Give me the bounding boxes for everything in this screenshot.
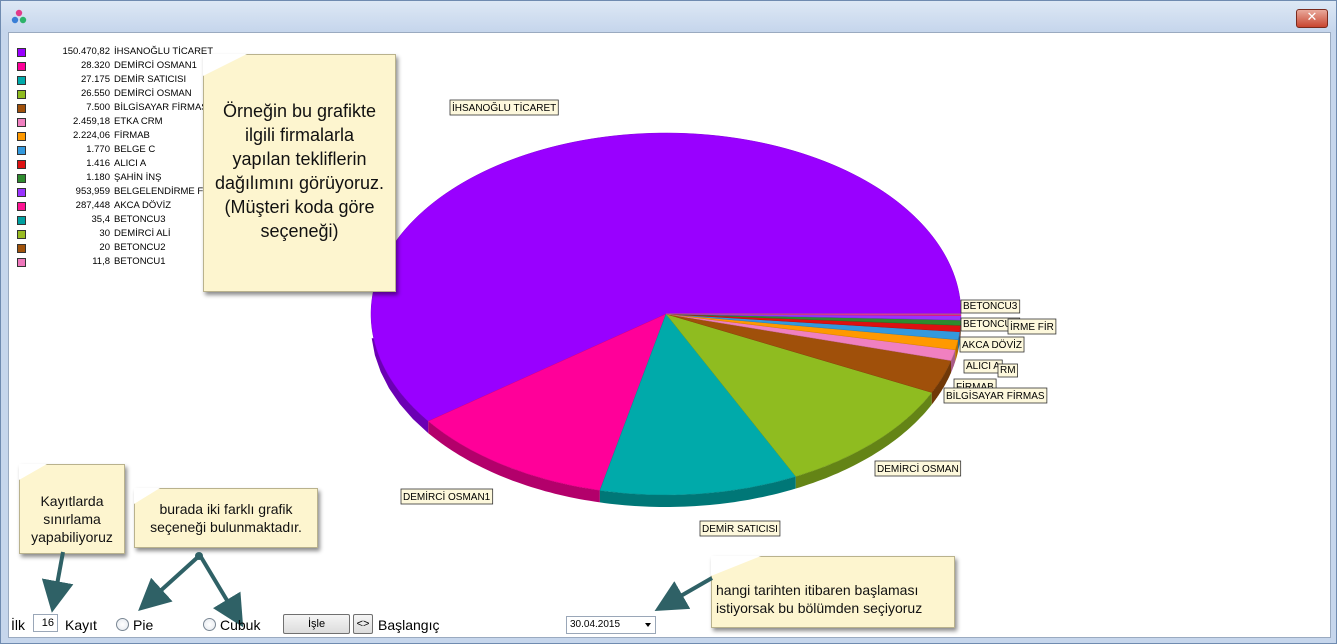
date-picker[interactable]: 30.04.2015 [566,616,656,634]
pie-callout-text: DEMİRCİ OSMAN1 [403,490,491,503]
cubuk-label[interactable]: Cubuk [220,617,260,633]
note-chart-types-text: burada iki farklı grafik seçeneği bulunm… [150,501,302,535]
chart-area: 150.470,82 İHSANOĞLU TİCARET 28.320 DEMİRCİ… [8,32,1331,638]
title-bar: ✕ [1,1,1336,31]
cubuk-radio[interactable] [203,618,216,631]
ilk-label: İlk [11,617,25,633]
app-icon [11,9,27,24]
record-count-input[interactable]: 16 [33,614,58,632]
pie-callout: İRME FİR [1007,318,1057,335]
close-button[interactable]: ✕ [1296,9,1328,28]
pie-callout-text: DEMİR SATICISI [702,522,778,535]
note-main: Örneğin bu grafikte ilgili firmalarla ya… [203,54,396,292]
pie-callout: İHSANOĞLU TİCARET [449,99,559,116]
note-fold [134,488,160,504]
swap-button[interactable]: <> [353,614,373,634]
pie-callout-text: BİLGİSAYAR FİRMAS [946,389,1045,402]
pie-callout-text: DEMİRCİ OSMAN [877,462,959,475]
note-chart-types: burada iki farklı grafik seçeneği bulunm… [134,488,318,548]
pie-callout: ALICI A [963,359,1003,374]
pie-callout-text: AKCA DÖVİZ [962,338,1022,351]
pie-callout: DEMİRCİ OSMAN [874,460,962,477]
note-fold [711,556,761,576]
isle-button[interactable]: İşle [283,614,350,634]
pie-callout-text: BETONCU3 [963,301,1018,312]
pie-callout: BİLGİSAYAR FİRMAS [943,387,1048,404]
pie-callout-text: ALICI A [966,361,1000,372]
pie-callout-text: İRME FİR [1010,320,1054,333]
bottom-toolbar: İlk 16 Kayıt Pie Cubuk İşle <> Başlangıç… [9,607,1330,637]
pie-callout: DEMİRCİ OSMAN1 [400,488,494,505]
note-fold [19,464,47,480]
note-records: Kayıtlarda sınırlama yapabiliyoruz [19,464,125,554]
pie-callout-text: İHSANOĞLU TİCARET [452,101,556,114]
note-main-text: Örneğin bu grafikte ilgili firmalarla ya… [214,101,385,241]
baslangic-label: Başlangıç [378,617,440,633]
chevron-down-icon[interactable] [645,623,651,627]
pie-callout: DEMİR SATICISI [699,520,781,537]
kayit-label: Kayıt [65,617,97,633]
pie-radio[interactable] [116,618,129,631]
pie-callout-text: RM [1000,365,1016,376]
date-value: 30.04.2015 [570,619,621,630]
pie-callout: RM [997,363,1018,378]
pie-label[interactable]: Pie [133,617,153,633]
pie-callout: BETONCU3 [960,299,1021,314]
note-fold [203,54,247,76]
main-window: ✕ 150.470,82 İHSANOĞLU TİCARET 28.320 DEMİR… [0,0,1337,644]
pie-callout: AKCA DÖVİZ [959,336,1025,353]
